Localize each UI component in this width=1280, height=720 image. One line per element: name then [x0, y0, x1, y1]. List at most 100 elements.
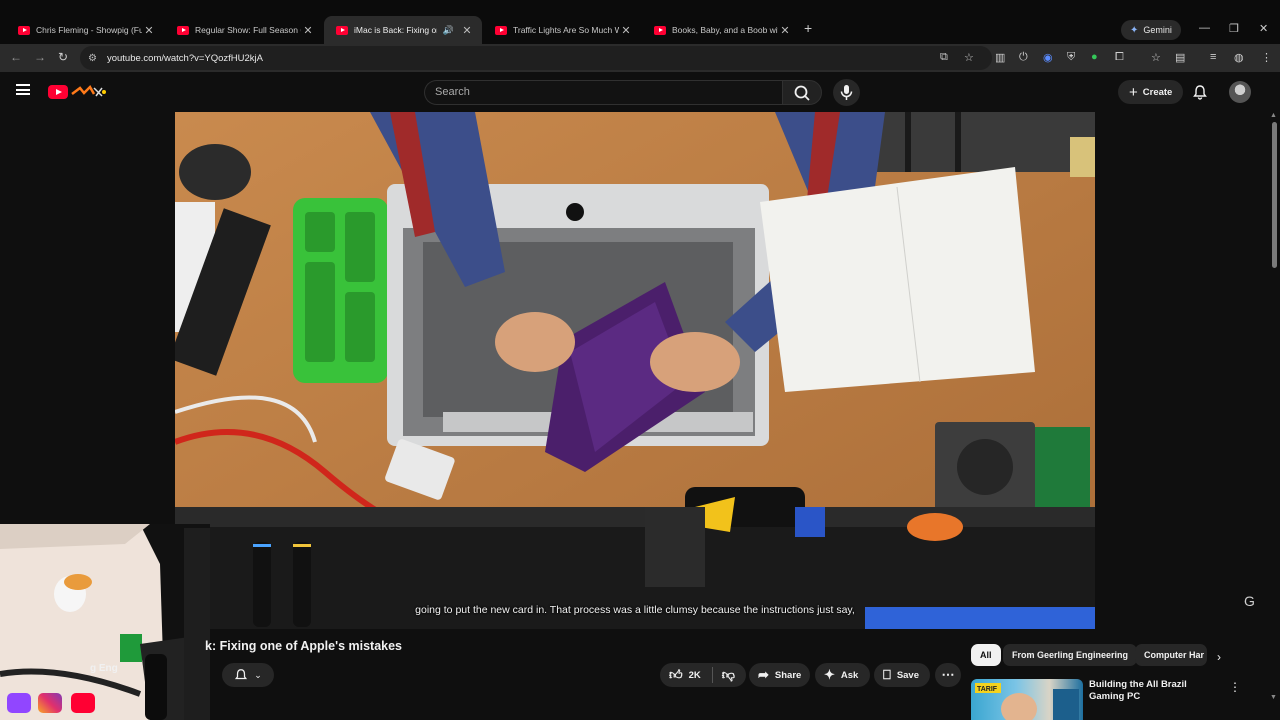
youtube-social-icon[interactable] — [71, 693, 95, 713]
youtube-doodle-icon[interactable] — [70, 84, 108, 100]
new-tab-icon[interactable]: + — [804, 20, 812, 36]
search-icon — [794, 85, 810, 101]
tab-title: Regular Show: Full Season 6 Mi — [195, 25, 301, 35]
page-scrollbar[interactable] — [1272, 122, 1277, 268]
browser-toolbar: ← → ↻ ⚙ youtube.com/watch?v=YQozfHU2kjA … — [0, 44, 1280, 72]
youtube-masthead: Search + Create — [0, 72, 1280, 112]
puzzle-extensions-icon[interactable]: ⧠ — [1115, 51, 1124, 64]
create-label: Create — [1142, 86, 1173, 98]
search-input[interactable]: Search — [424, 80, 782, 105]
bookmark-star-icon[interactable]: ☆ — [964, 51, 974, 64]
thumbnail-text: TARIF — [977, 686, 998, 693]
bookmark-icon: ⎕ — [883, 667, 891, 682]
chip-computer-hardware[interactable]: Computer Har — [1135, 644, 1207, 666]
gemini-button[interactable]: ✦ Gemini — [1121, 20, 1181, 40]
account-avatar[interactable] — [1229, 81, 1251, 103]
like-divider — [711, 667, 713, 683]
gemini-sparkle-icon: ✦ — [1130, 24, 1139, 36]
youtube-favicon-icon — [654, 25, 666, 35]
ask-button[interactable]: ✦ Ask — [815, 663, 870, 687]
close-tab-icon[interactable]: ✕ — [142, 24, 156, 37]
youtube-favicon-icon — [177, 25, 189, 35]
restore-icon[interactable]: ❐ — [1229, 22, 1239, 35]
youtube-favicon-icon — [336, 25, 348, 35]
browser-tab-active[interactable]: iMac is Back: Fixing one of 🔊 ✕ — [324, 16, 482, 44]
browser-tab[interactable]: Chris Fleming - Showpig (Full S ✕ — [6, 16, 164, 44]
minimize-icon[interactable]: — — [1199, 22, 1210, 34]
speaker-icon[interactable]: 🔊 — [443, 25, 454, 36]
webcam-feed-image — [0, 524, 210, 720]
close-tab-icon[interactable]: ✕ — [301, 24, 315, 37]
thumbs-up-icon[interactable]: 👍︎ — [669, 667, 683, 683]
tab-title: iMac is Back: Fixing one of — [354, 25, 437, 35]
shield-icon[interactable]: ⛨ — [1067, 51, 1075, 64]
window-close-icon[interactable]: ✕ — [1259, 22, 1268, 35]
browser-tab[interactable]: Regular Show: Full Season 6 Mi ✕ — [165, 16, 323, 44]
search-button[interactable] — [782, 80, 822, 105]
subscribed-notifications-button[interactable]: ⌄ — [222, 663, 274, 687]
sparkle-icon: ✦ — [824, 667, 835, 682]
chevron-right-icon[interactable]: › — [1217, 650, 1221, 664]
reload-icon[interactable]: ↻ — [58, 50, 68, 64]
chip-from-channel[interactable]: From Geerling Engineering — [1003, 644, 1138, 666]
like-dislike-group: 👍︎ 2K 👎︎ — [660, 663, 746, 687]
bookmarks-icon[interactable]: ☆ — [1151, 51, 1161, 64]
twitch-icon[interactable] — [7, 693, 31, 713]
webcam-overlay — [0, 524, 210, 720]
more-vertical-icon[interactable]: ⋮ — [1229, 680, 1241, 694]
tab-title: Traffic Lights Are So Much Wei — [513, 25, 619, 35]
save-button[interactable]: ⎕ Save — [874, 663, 930, 687]
close-tab-icon[interactable]: ✕ — [778, 24, 792, 37]
audio-extension-icon[interactable]: ◉ — [1043, 51, 1053, 64]
create-button[interactable]: + Create — [1118, 80, 1184, 104]
like-count[interactable]: 2K — [689, 670, 701, 681]
close-tab-icon[interactable]: ✕ — [460, 24, 474, 37]
ask-label: Ask — [840, 669, 859, 681]
video-player[interactable] — [175, 112, 1095, 629]
recommendation-title[interactable]: Building the All Brazil Gaming PC — [1089, 679, 1224, 703]
browser-tab[interactable]: Traffic Lights Are So Much Wei ✕ — [483, 16, 641, 44]
tab-title: Chris Fleming - Showpig (Full S — [36, 25, 142, 35]
back-icon[interactable]: ← — [10, 50, 22, 64]
channel-watermark-icon[interactable]: G — [1244, 593, 1255, 609]
close-tab-icon[interactable]: ✕ — [619, 24, 633, 37]
save-label: Save — [896, 669, 919, 681]
url-text: youtube.com/watch?v=YQozfHU2kjA — [106, 52, 263, 64]
more-actions-button[interactable]: ⋯ — [935, 663, 961, 687]
voice-search-button[interactable] — [833, 79, 860, 106]
tab-title: Books, Baby, and a Boob with C — [672, 25, 778, 35]
instagram-icon[interactable] — [38, 693, 62, 713]
green-extension-icon[interactable]: ● — [1091, 51, 1098, 63]
browser-tab-strip: Chris Fleming - Showpig (Full S ✕ Regula… — [0, 0, 1280, 44]
thumbs-down-icon[interactable]: 👎︎ — [722, 667, 735, 683]
notifications-bell-icon[interactable] — [1192, 84, 1208, 100]
power-extension-icon[interactable]: ⏻ — [1019, 51, 1028, 64]
more-horizontal-icon: ⋯ — [941, 667, 955, 682]
bell-icon — [235, 669, 248, 680]
site-info-icon[interactable]: ⚙ — [88, 53, 97, 64]
scroll-up-icon[interactable]: ▲ — [1270, 112, 1277, 119]
share-arrow-icon: ➦ — [758, 667, 769, 682]
chevron-down-icon: ⌄ — [254, 669, 262, 680]
browser-tab[interactable]: Books, Baby, and a Boob with C ✕ — [642, 16, 800, 44]
side-panel-icon[interactable]: ▤ — [1175, 51, 1185, 64]
video-frame-image — [175, 112, 1095, 629]
recommendation-thumbnail[interactable]: TARIF — [971, 679, 1083, 720]
extension-icon[interactable]: ▥ — [995, 51, 1005, 64]
video-caption: going to put the new card in. That proce… — [415, 604, 855, 616]
microphone-icon — [840, 85, 853, 100]
install-app-icon[interactable]: ⧉ — [940, 51, 948, 64]
scroll-down-icon[interactable]: ▼ — [1270, 694, 1277, 701]
forward-icon[interactable]: → — [34, 50, 46, 64]
chip-all[interactable]: All — [971, 644, 1001, 666]
channel-name[interactable]: g Eng — [90, 663, 118, 674]
address-bar[interactable]: ⚙ youtube.com/watch?v=YQozfHU2kjA ⧉ ☆ — [80, 46, 992, 70]
youtube-favicon-icon — [18, 25, 30, 35]
browser-menu-icon[interactable]: ⋮ — [1261, 51, 1272, 64]
gemini-label: Gemini — [1143, 25, 1172, 35]
youtube-logo-icon[interactable] — [48, 85, 68, 99]
profile-avatar-icon[interactable]: ◍ — [1234, 51, 1244, 64]
menu-icon[interactable] — [16, 84, 30, 95]
share-button[interactable]: ➦ Share — [749, 663, 810, 687]
media-controls-icon[interactable]: ≡ — [1210, 51, 1216, 63]
